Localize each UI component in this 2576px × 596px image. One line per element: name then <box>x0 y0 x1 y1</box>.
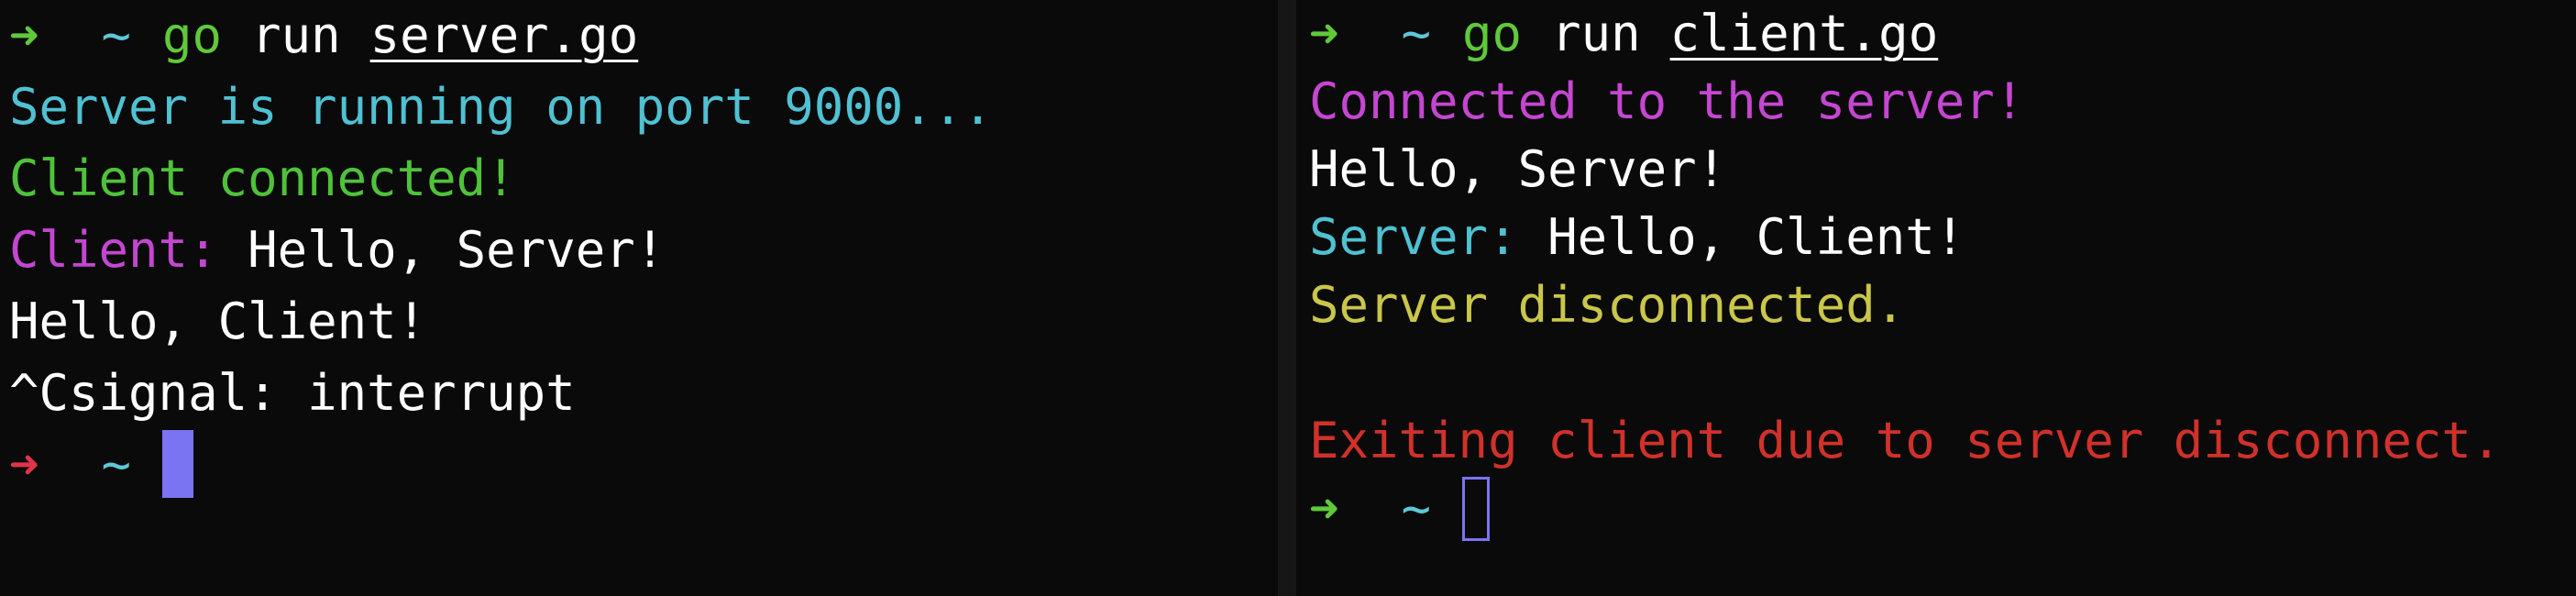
terminal-window: ➜ ~ go run server.go Server is running on po… <box>0 0 2576 596</box>
output-line-client-message: Client: Hello, Server! <box>9 215 1278 286</box>
output-line-blank <box>1309 339 2576 407</box>
command-run: run <box>251 6 341 64</box>
command-go: go <box>162 6 223 64</box>
text-cursor[interactable] <box>1462 477 1491 542</box>
command-go: go <box>1462 5 1523 62</box>
prompt-tilde: ~ <box>101 436 132 493</box>
output-line-connected: Connected to the server! <box>1309 72 2025 130</box>
text-cursor[interactable] <box>162 430 194 499</box>
client-message-text: Hello, Server! <box>217 221 666 279</box>
output-line-server-running: Server is running on port 9000... <box>9 78 993 136</box>
output-line-signal-interrupt: ^Csignal: interrupt <box>9 364 576 422</box>
final-prompt-line: ➜ ~ <box>9 429 1278 501</box>
prompt-tilde: ~ <box>1401 5 1432 62</box>
server-message-text: Hello, Client! <box>1517 208 1965 266</box>
output-line-exiting: Exiting client due to server disconnect. <box>1309 412 2502 469</box>
final-prompt-line: ➜ ~ <box>1309 475 2576 543</box>
prompt-arrow-icon: ➜ <box>1309 480 1339 537</box>
command-file-server-go[interactable]: server.go <box>370 6 639 64</box>
output-line-server-disconnected: Server disconnected. <box>1309 276 1906 334</box>
prompt-arrow-icon: ➜ <box>9 436 39 493</box>
client-label: Client: <box>9 221 218 279</box>
terminal-pane-client[interactable]: ➜ ~ go run client.go Connected to the server… <box>1296 0 2576 596</box>
prompt-tilde: ~ <box>1401 480 1432 537</box>
command-line: ➜ ~ go run server.go <box>9 0 1278 72</box>
output-line-sent-message: Hello, Server! <box>1309 140 1727 198</box>
prompt-tilde: ~ <box>101 6 132 64</box>
server-label: Server: <box>1309 208 1518 266</box>
output-line-server-message: Server: Hello, Client! <box>1309 204 2576 271</box>
output-line-client-connected: Client connected! <box>9 149 516 207</box>
terminal-pane-server[interactable]: ➜ ~ go run server.go Server is running on po… <box>0 0 1278 596</box>
prompt-arrow-icon: ➜ <box>9 6 39 64</box>
prompt-arrow-icon: ➜ <box>1309 5 1339 62</box>
command-file-client-go[interactable]: client.go <box>1670 5 1939 62</box>
output-line-reply: Hello, Client! <box>9 292 427 350</box>
command-run: run <box>1551 5 1641 62</box>
pane-divider[interactable] <box>1278 0 1296 596</box>
command-line: ➜ ~ go run client.go <box>1309 0 2576 68</box>
